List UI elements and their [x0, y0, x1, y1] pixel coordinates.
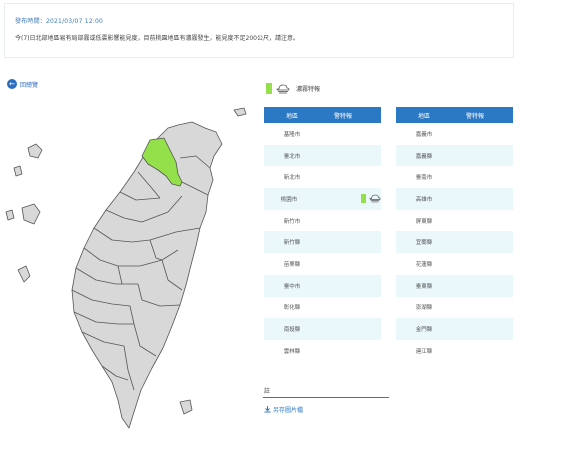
table-row: 花蓮縣 — [396, 253, 513, 275]
table-header: 地區 警特報 — [264, 107, 381, 123]
row-area: 新北市 — [283, 175, 301, 182]
table-row: 苗栗縣 — [264, 253, 381, 275]
fog-icon — [369, 195, 381, 203]
table-row: 高雄市 — [396, 188, 513, 210]
table-row: 嘉義縣 — [396, 144, 513, 167]
row-area: 金門縣 — [415, 327, 433, 334]
note-divider — [263, 397, 389, 398]
row-alert — [314, 194, 381, 204]
row-area: 屏東縣 — [415, 218, 433, 225]
issue-time: 發布時間：2021/03/07 12:00 — [15, 18, 103, 25]
arrow-left-icon: ← — [7, 79, 17, 89]
row-area: 臺南市 — [415, 175, 433, 182]
row-area: 臺東縣 — [415, 283, 433, 290]
header-alert: 警特報 — [466, 112, 485, 120]
table-row: 雲林縣 — [264, 340, 381, 362]
row-area: 新竹縣 — [283, 240, 301, 247]
table-header: 地區 警特報 — [396, 107, 513, 123]
table-row: 宜蘭縣 — [396, 231, 513, 254]
alert-table-left: 地區 警特報 基隆市臺北市新北市桃園市新竹市新竹縣苗栗縣臺中市彰化縣南投縣雲林縣 — [264, 107, 381, 362]
row-area: 新竹市 — [283, 218, 301, 225]
row-area: 連江縣 — [415, 348, 433, 355]
row-area: 雲林縣 — [283, 348, 301, 355]
fog-alert-swatch — [361, 194, 366, 204]
table-row: 新北市 — [264, 166, 381, 188]
row-area: 基隆市 — [283, 131, 301, 138]
legend: 濃霧特報 — [266, 83, 320, 94]
table-row: 連江縣 — [396, 340, 513, 362]
row-area: 澎湖縣 — [415, 305, 433, 312]
table-row: 桃園市 — [264, 188, 381, 210]
table-row: 南投縣 — [264, 318, 381, 340]
save-image-link[interactable]: 另存圖片檔 — [264, 405, 303, 414]
download-icon — [264, 406, 271, 413]
green-island — [233, 107, 247, 117]
header-area: 地區 — [417, 112, 430, 120]
table-row: 新竹市 — [264, 210, 381, 232]
row-area: 南投縣 — [283, 327, 301, 334]
row-area: 宜蘭縣 — [415, 240, 433, 247]
fog-icon — [276, 84, 290, 93]
row-area: 苗栗縣 — [283, 261, 301, 268]
row-area: 臺中市 — [283, 283, 301, 290]
table-row: 新竹縣 — [264, 231, 381, 254]
header-alert: 警特報 — [334, 112, 353, 120]
table-row: 臺南市 — [396, 166, 513, 188]
taiwan-map — [5, 107, 247, 429]
row-area: 嘉義縣 — [415, 153, 433, 160]
row-area: 桃園市 — [280, 196, 298, 203]
table-row: 嘉義市 — [396, 123, 513, 145]
taiwan-island — [71, 121, 223, 429]
row-area: 花蓮縣 — [415, 261, 433, 268]
legend-label: 濃霧特報 — [296, 86, 321, 93]
table-row: 基隆市 — [264, 123, 381, 145]
table-row: 澎湖縣 — [396, 297, 513, 319]
back-to-overview-link[interactable]: ← 回總覽 — [7, 79, 38, 89]
row-area: 臺北市 — [283, 153, 301, 160]
header-area: 地區 — [285, 112, 298, 120]
row-area: 彰化縣 — [283, 305, 301, 312]
table-row: 臺東縣 — [396, 274, 513, 297]
table-row: 金門縣 — [396, 318, 513, 340]
save-image-label: 另存圖片檔 — [273, 407, 304, 414]
back-label: 回總覽 — [20, 81, 39, 89]
alert-table-right: 地區 警特報 嘉義市嘉義縣臺南市高雄市屏東縣宜蘭縣花蓮縣臺東縣澎湖縣金門縣連江縣 — [396, 107, 513, 362]
note-label: 註 — [264, 388, 271, 395]
table-row: 臺中市 — [264, 274, 381, 297]
notice-message: 今(7)日北部地區易有局部霧或低雲影響能見度，目前桃園地區有濃霧發生，能見度不足… — [15, 35, 299, 42]
penghu-islands — [27, 143, 43, 159]
row-area: 高雄市 — [415, 196, 433, 203]
row-area: 嘉義市 — [415, 131, 433, 138]
notice-box: 發布時間：2021/03/07 12:00 今(7)日北部地區易有局部霧或低雲影… — [4, 3, 514, 58]
table-row: 彰化縣 — [264, 297, 381, 319]
legend-swatch — [266, 83, 272, 94]
table-row: 臺北市 — [264, 144, 381, 167]
table-row: 屏東縣 — [396, 210, 513, 232]
